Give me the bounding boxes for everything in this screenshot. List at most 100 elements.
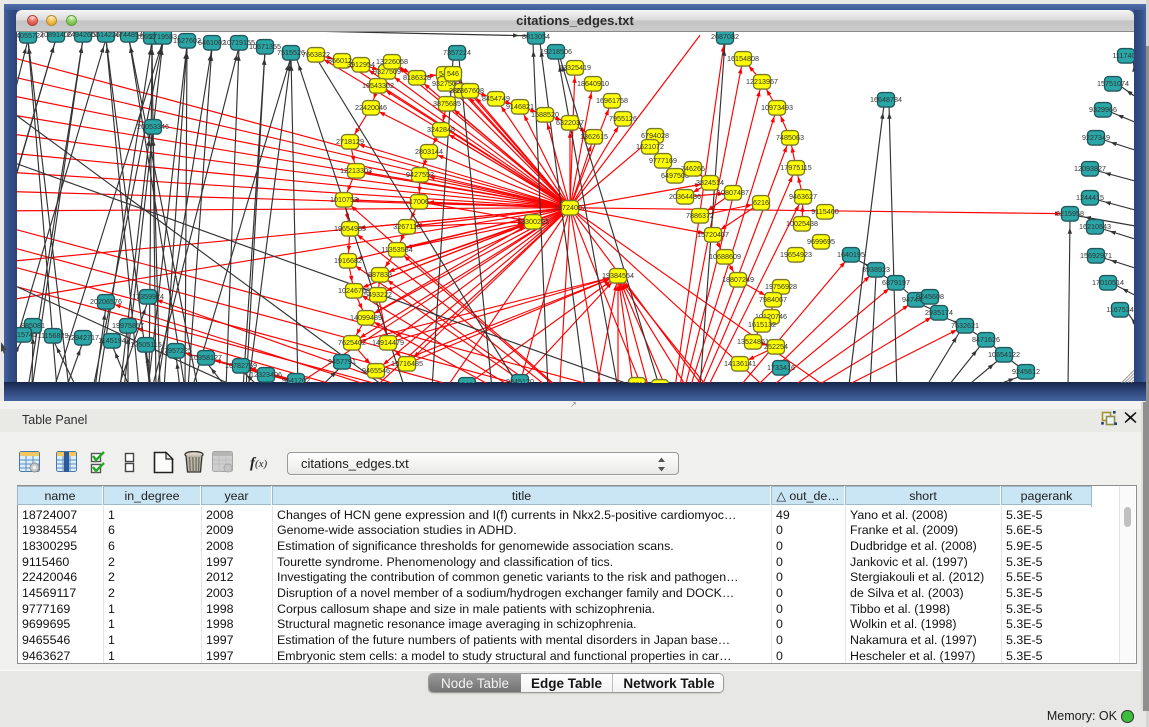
svg-text:15720407: 15720407 bbox=[697, 229, 729, 238]
svg-text:13325419: 13325419 bbox=[559, 62, 591, 71]
svg-text:2803144: 2803144 bbox=[415, 146, 443, 155]
svg-text:12942717: 12942717 bbox=[67, 332, 99, 341]
svg-text:12505115: 12505115 bbox=[130, 339, 161, 348]
svg-text:10973493: 10973493 bbox=[761, 102, 793, 111]
svg-text:19975857: 19975857 bbox=[112, 320, 144, 329]
svg-text:8938923: 8938923 bbox=[862, 264, 890, 273]
svg-text:(x): (x) bbox=[255, 458, 268, 470]
svg-text:14136141: 14136141 bbox=[724, 358, 756, 367]
svg-text:8471626: 8471626 bbox=[972, 334, 1000, 343]
svg-text:9845120: 9845120 bbox=[506, 376, 534, 382]
svg-text:7632621: 7632621 bbox=[951, 320, 979, 329]
svg-text:7485063: 7485063 bbox=[776, 132, 804, 141]
svg-text:6879197: 6879197 bbox=[882, 277, 910, 286]
svg-text:12213967: 12213967 bbox=[746, 76, 778, 85]
svg-text:9641202: 9641202 bbox=[282, 375, 310, 382]
svg-text:9329966: 9329966 bbox=[1089, 104, 1117, 113]
svg-text:3875685: 3875685 bbox=[433, 98, 461, 107]
svg-text:746266: 746266 bbox=[681, 163, 705, 172]
svg-text:11156829: 11156829 bbox=[38, 330, 69, 339]
svg-text:16210643: 16210643 bbox=[1079, 221, 1111, 230]
svg-text:1615132: 1615132 bbox=[748, 319, 776, 328]
svg-text:3267110: 3267110 bbox=[393, 221, 420, 230]
svg-text:9463627: 9463627 bbox=[789, 191, 817, 200]
svg-text:7625402: 7625402 bbox=[338, 337, 366, 346]
svg-text:2718129: 2718129 bbox=[336, 136, 364, 145]
svg-text:9699695: 9699695 bbox=[807, 236, 835, 245]
svg-text:5493222: 5493222 bbox=[364, 289, 392, 298]
svg-text:2935174: 2935174 bbox=[925, 307, 953, 316]
svg-text:16782759: 16782759 bbox=[225, 360, 257, 369]
svg-text:7224066: 7224066 bbox=[453, 379, 481, 382]
svg-text:3915741: 3915741 bbox=[17, 329, 37, 338]
svg-text:3824514: 3824514 bbox=[696, 177, 724, 186]
svg-text:18640910: 18640910 bbox=[577, 78, 609, 87]
svg-text:19756928: 19756928 bbox=[765, 281, 797, 290]
svg-text:11353584: 11353584 bbox=[381, 244, 412, 253]
svg-text:8215958: 8215958 bbox=[1056, 208, 1084, 217]
svg-text:7886372: 7886372 bbox=[686, 210, 714, 219]
svg-text:14914479: 14914479 bbox=[372, 337, 404, 346]
svg-text:3912954: 3912954 bbox=[347, 59, 375, 68]
svg-text:20364436: 20364436 bbox=[669, 191, 701, 200]
svg-text:10025438: 10025438 bbox=[786, 218, 818, 227]
svg-text:15716485: 15716485 bbox=[391, 358, 423, 367]
svg-text:17957225: 17957225 bbox=[160, 345, 192, 354]
svg-text:17975115: 17975115 bbox=[780, 162, 811, 171]
svg-text:1588520: 1588520 bbox=[531, 109, 559, 118]
svg-text:16154808: 16154808 bbox=[727, 53, 759, 62]
svg-text:20206576: 20206576 bbox=[90, 296, 122, 305]
svg-text:7984067: 7984067 bbox=[759, 294, 787, 303]
svg-text:18300295: 18300295 bbox=[517, 216, 549, 225]
svg-text:2367608: 2367608 bbox=[456, 85, 484, 94]
svg-text:9465546: 9465546 bbox=[362, 365, 390, 374]
svg-text:9457791: 9457791 bbox=[328, 356, 356, 365]
svg-text:7663822: 7663822 bbox=[302, 49, 330, 58]
svg-text:3242848: 3242848 bbox=[427, 124, 455, 133]
svg-text:887833: 887833 bbox=[368, 269, 392, 278]
svg-text:1010753: 1010753 bbox=[330, 194, 358, 203]
svg-text:9245612: 9245612 bbox=[1012, 366, 1040, 375]
svg-text:7955126: 7955126 bbox=[609, 113, 637, 122]
svg-text:17010514: 17010514 bbox=[1092, 277, 1124, 286]
svg-text:15751074: 15751074 bbox=[1097, 78, 1129, 87]
svg-text:22420046: 22420046 bbox=[355, 102, 387, 111]
svg-text:19654923: 19654923 bbox=[780, 249, 812, 258]
svg-text:1167534: 1167534 bbox=[1106, 304, 1133, 313]
svg-text:6322037: 6322037 bbox=[556, 117, 584, 126]
svg-text:8813054: 8813054 bbox=[522, 32, 550, 41]
svg-text:1362615: 1362615 bbox=[580, 131, 608, 140]
svg-text:10688609: 10688609 bbox=[709, 251, 741, 260]
svg-text:1621072: 1621072 bbox=[636, 141, 664, 150]
svg-text:12323406: 12323406 bbox=[250, 369, 282, 378]
svg-text:10654122: 10654122 bbox=[988, 349, 1020, 358]
svg-text:20053346: 20053346 bbox=[137, 121, 169, 130]
svg-text:10958127: 10958127 bbox=[190, 352, 222, 361]
svg-text:9146821: 9146821 bbox=[506, 101, 534, 110]
svg-text:18724007: 18724007 bbox=[554, 202, 586, 211]
svg-text:1244415: 1244415 bbox=[1076, 192, 1104, 201]
svg-text:6216: 6216 bbox=[753, 197, 769, 206]
svg-text:1916682: 1916682 bbox=[334, 255, 362, 264]
svg-text:252254: 252254 bbox=[764, 341, 788, 350]
svg-text:9245608: 9245608 bbox=[916, 291, 944, 300]
svg-text:1117404: 1117404 bbox=[1113, 50, 1134, 59]
svg-text:15692971: 15692971 bbox=[1080, 250, 1112, 259]
svg-text:16543362: 16543362 bbox=[362, 80, 394, 89]
svg-text:1145194: 1145194 bbox=[98, 335, 125, 344]
svg-text:9777169: 9777169 bbox=[649, 155, 677, 164]
svg-text:17359924: 17359924 bbox=[132, 291, 164, 300]
svg-text:9227349: 9227349 bbox=[1082, 132, 1110, 141]
svg-text:18807249: 18807249 bbox=[722, 274, 754, 283]
svg-text:19654985: 19654985 bbox=[334, 223, 366, 232]
svg-text:1527602: 1527602 bbox=[173, 35, 201, 44]
svg-text:546: 546 bbox=[447, 68, 459, 77]
svg-text:8186328: 8186328 bbox=[403, 72, 431, 81]
svg-text:14099489: 14099489 bbox=[350, 312, 382, 321]
svg-text:2687082: 2687082 bbox=[711, 32, 739, 41]
svg-text:16648784: 16648784 bbox=[870, 94, 902, 103]
svg-text:1733416: 1733416 bbox=[767, 362, 795, 371]
svg-text:9427552: 9427552 bbox=[406, 169, 434, 178]
svg-text:16961758: 16961758 bbox=[596, 95, 628, 104]
svg-text:9777169: 9777169 bbox=[623, 379, 651, 382]
